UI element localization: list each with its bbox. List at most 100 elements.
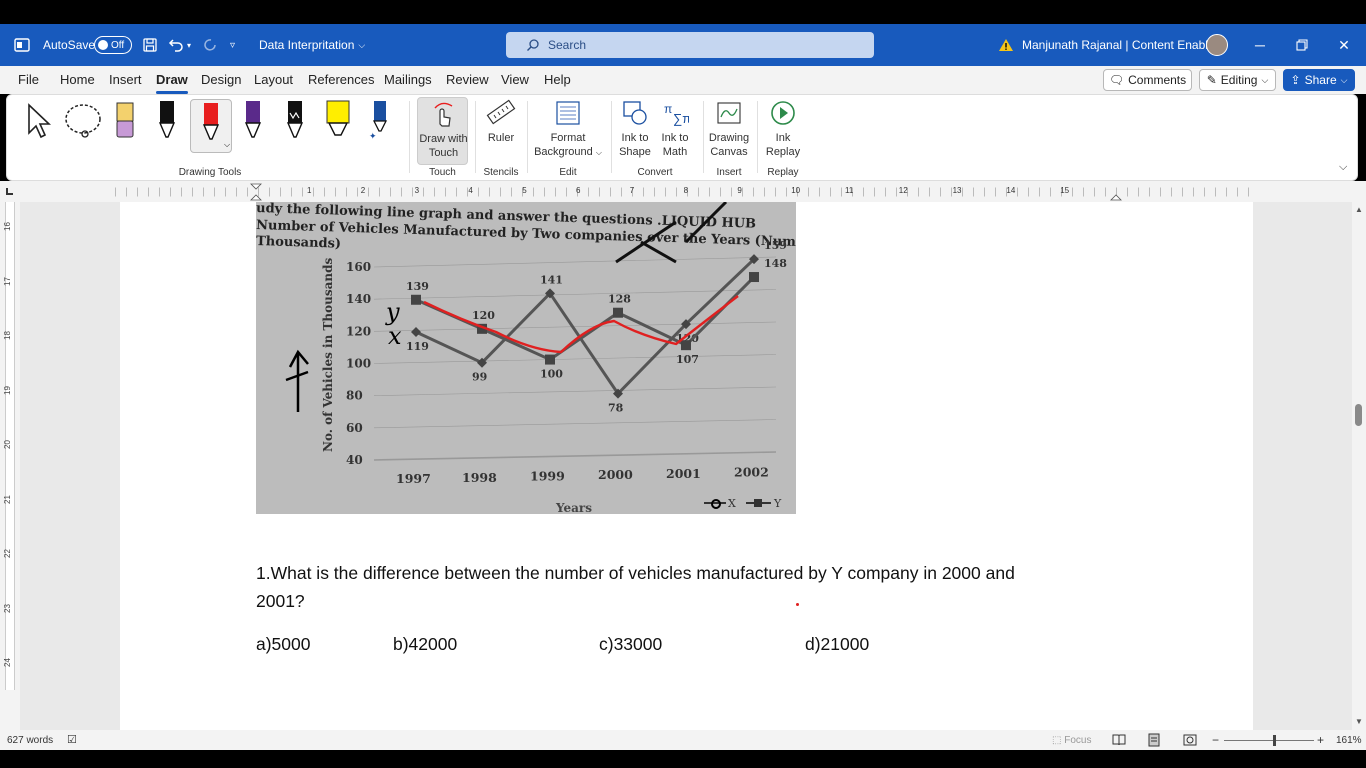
ink-to-math-line1[interactable]: Ink to <box>655 131 695 145</box>
pen-purple-icon[interactable] <box>241 99 265 141</box>
vertical-scrollbar[interactable]: ▲ ▼ <box>1352 202 1366 730</box>
scroll-down-icon[interactable]: ▼ <box>1355 717 1363 726</box>
drawing-canvas-line2[interactable]: Canvas <box>707 145 751 159</box>
format-background-icon[interactable] <box>554 99 582 127</box>
zoom-level[interactable]: 161% <box>1336 735 1362 746</box>
ruler-number: 2 <box>360 186 366 195</box>
web-layout-icon[interactable] <box>1183 733 1197 747</box>
autosave-toggle[interactable]: Off <box>94 24 132 66</box>
tab-draw[interactable]: Draw <box>156 72 188 94</box>
zoom-slider-thumb[interactable] <box>1273 735 1276 746</box>
minimize-icon[interactable]: ─ <box>1240 24 1280 66</box>
chart-photo[interactable]: udy the following line graph and answer … <box>256 202 796 514</box>
editing-button[interactable]: ✎ Editing ⌵ <box>1199 69 1276 91</box>
y-tick-label: 100 <box>346 357 371 371</box>
tab-view[interactable]: View <box>501 72 529 87</box>
data-label: 159 <box>764 239 787 252</box>
tab-home[interactable]: Home <box>60 72 95 87</box>
focus-button[interactable]: ⬚ Focus <box>1052 735 1091 746</box>
print-layout-icon[interactable] <box>1148 733 1160 747</box>
scroll-up-icon[interactable]: ▲ <box>1355 205 1363 214</box>
zoom-in-icon[interactable]: + <box>1317 733 1324 747</box>
y-tick-label: 120 <box>346 324 371 338</box>
ink-to-shape-line1[interactable]: Ink to <box>615 131 655 145</box>
group-convert-label: Convert <box>637 167 673 178</box>
comment-icon: 🗨 <box>1108 73 1125 87</box>
pen-red-selected[interactable]: ⌵ <box>190 99 232 153</box>
ruler-number: 8 <box>683 186 689 195</box>
select-arrow-icon[interactable] <box>25 103 53 139</box>
autosave-label: AutoSave <box>43 38 96 52</box>
ink-replay-line1[interactable]: Ink <box>763 131 803 145</box>
word-count[interactable]: 627 words <box>7 735 53 746</box>
pen-black-icon[interactable] <box>155 99 179 141</box>
format-background-line2[interactable]: Background ⌵ <box>531 145 605 160</box>
comments-button[interactable]: 🗨 Comments <box>1103 69 1192 91</box>
group-replay-label: Replay <box>767 167 799 178</box>
y-tick-label: 60 <box>346 421 363 435</box>
ink-to-math-icon[interactable]: π∑π <box>661 99 689 127</box>
tab-file[interactable]: File <box>18 72 39 87</box>
data-label: 99 <box>472 371 487 384</box>
toggle-knob <box>98 40 108 50</box>
ink-to-shape-line2[interactable]: Shape <box>615 145 655 159</box>
ruler-number: 9 <box>737 186 742 195</box>
document-title[interactable]: Data Interpritation ⌵ <box>259 24 365 66</box>
draw-with-touch-button[interactable]: Draw with Touch <box>417 97 468 165</box>
scrollbar-thumb[interactable] <box>1355 404 1362 426</box>
user-name[interactable]: Manjunath Rajanal | Content Enablers <box>1022 24 1225 66</box>
handwritten-x: x <box>388 322 402 350</box>
svg-text:π: π <box>664 102 672 116</box>
undo-icon[interactable]: ▾ <box>167 24 191 66</box>
read-mode-icon[interactable] <box>1112 734 1126 746</box>
tab-stop-icon[interactable] <box>6 188 13 195</box>
restore-icon[interactable] <box>1282 24 1322 66</box>
pen-galaxy-icon[interactable] <box>283 99 307 141</box>
ruler-number: 3 <box>414 186 420 195</box>
redo-icon[interactable] <box>201 24 219 66</box>
editing-label: Editing <box>1220 73 1258 87</box>
pen-sparkle-icon[interactable]: ✦ <box>367 99 393 141</box>
ribbon-separator <box>757 101 758 173</box>
avatar[interactable] <box>1206 24 1228 66</box>
lasso-select-icon[interactable] <box>63 103 105 139</box>
tab-design[interactable]: Design <box>201 72 241 87</box>
ruler-icon[interactable] <box>486 99 516 127</box>
close-icon[interactable]: ✕ <box>1324 24 1364 66</box>
vertical-ruler-number: 24 <box>2 658 12 667</box>
ink-replay-line2[interactable]: Replay <box>763 145 803 159</box>
ribbon-separator <box>409 101 410 173</box>
ribbon-collapse-icon[interactable]: ⌵ <box>1339 161 1347 174</box>
tab-mailings[interactable]: Mailings <box>384 72 432 87</box>
highlighter-yellow-icon[interactable] <box>323 99 353 141</box>
format-background-line1[interactable]: Format <box>531 131 605 145</box>
search-box[interactable]: Search <box>506 32 874 58</box>
chevron-down-icon[interactable]: ⌵ <box>224 140 230 150</box>
customize-toolbar-icon[interactable]: ▿ <box>230 24 235 66</box>
ink-to-math-line2[interactable]: Math <box>655 145 695 159</box>
draw-with-touch-line1: Draw with <box>419 133 468 145</box>
zoom-slider[interactable] <box>1224 740 1314 741</box>
ink-to-shape-icon[interactable] <box>621 99 649 127</box>
data-point-y <box>613 307 623 318</box>
ruler-button-label[interactable]: Ruler <box>481 131 521 145</box>
title-bar: AutoSave Off ▾ ▿ Data Interpritation ⌵ Se… <box>0 24 1366 66</box>
ruler-number: 12 <box>898 186 908 195</box>
y-tick-label: 160 <box>346 260 371 274</box>
zoom-out-icon[interactable]: − <box>1212 733 1219 747</box>
share-button[interactable]: ⇪ Share ⌵ <box>1283 69 1355 91</box>
tab-review[interactable]: Review <box>446 72 489 87</box>
ink-replay-icon[interactable] <box>769 99 797 127</box>
warning-icon[interactable] <box>998 24 1014 66</box>
tab-help[interactable]: Help <box>544 72 571 87</box>
tab-insert[interactable]: Insert <box>109 72 142 87</box>
group-stencils-label: Stencils <box>483 167 519 178</box>
tab-layout[interactable]: Layout <box>254 72 293 87</box>
save-icon[interactable] <box>142 24 158 66</box>
proofing-icon[interactable]: ☑ <box>67 733 77 746</box>
eraser-icon[interactable] <box>113 101 137 141</box>
drawing-canvas-line1[interactable]: Drawing <box>707 131 751 145</box>
drawing-canvas-icon[interactable] <box>715 99 743 127</box>
tab-references[interactable]: References <box>308 72 374 87</box>
word-app-icon[interactable] <box>14 24 30 66</box>
